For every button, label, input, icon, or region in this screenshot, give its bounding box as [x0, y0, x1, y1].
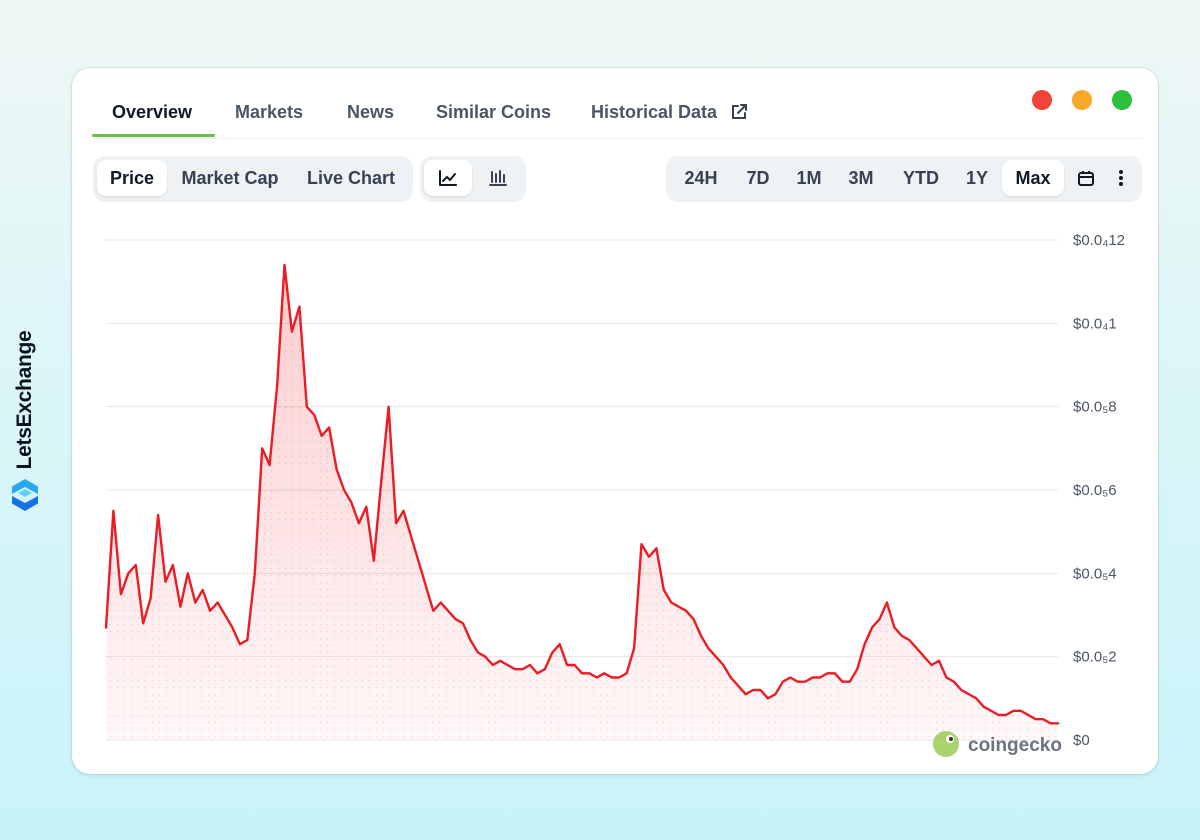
price-chart: $0.0₄12$0.0₄1$0.0₅8$0.0₅6$0.0₅4$0.0₅2$0 …: [104, 232, 1125, 757]
y-tick-label: $0: [1073, 732, 1090, 749]
brand-name: LetsExchange: [13, 330, 36, 470]
coingecko-logo-icon: [933, 731, 959, 757]
y-tick-label: $0.0₄12: [1073, 232, 1125, 249]
y-tick-label: $0.0₅4: [1073, 565, 1117, 582]
letsexchange-logo-icon: [12, 479, 38, 511]
y-tick-label: $0.0₄1: [1073, 315, 1117, 332]
y-tick-label: $0.0₅6: [1073, 482, 1117, 499]
price-area-pattern: [106, 265, 1058, 740]
y-tick-label: $0.0₅2: [1073, 649, 1117, 666]
y-tick-label: $0.0₅8: [1073, 399, 1117, 416]
coingecko-watermark: coingecko: [933, 731, 1062, 757]
coingecko-label: coingecko: [968, 735, 1062, 756]
coin-chart-card: Overview Markets News Similar Coins Hist…: [72, 68, 1158, 774]
